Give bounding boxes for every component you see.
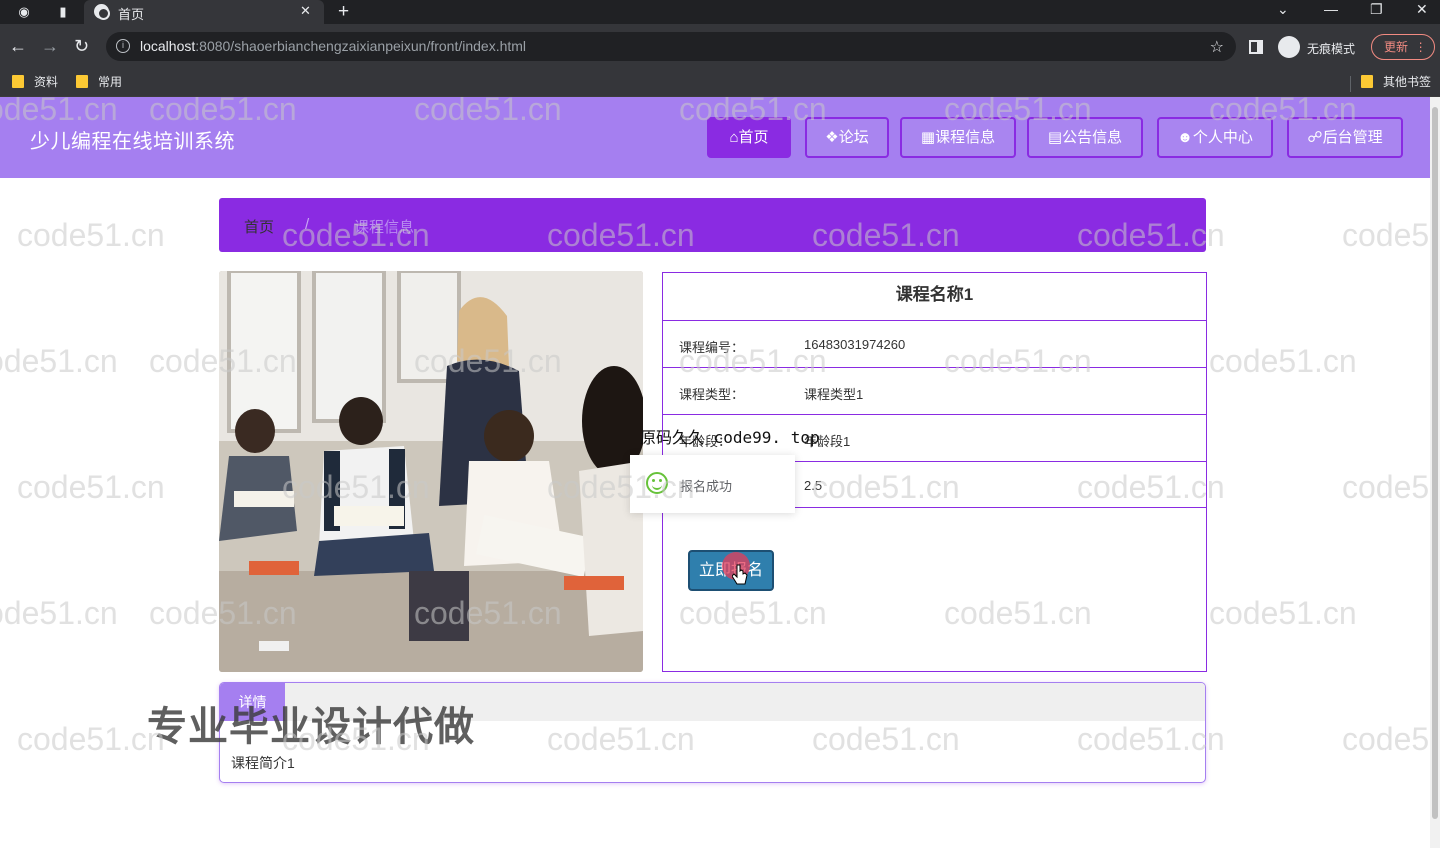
watermark: code51.cn <box>17 217 165 253</box>
breadcrumb: 首页 / 课程信息 <box>219 198 1206 252</box>
nav-forum[interactable]: ❖论坛 <box>805 117 889 158</box>
bookmarks-bar: 资料 常用 其他书签 <box>0 69 1440 97</box>
overlay-text: 原码久久 code99. top <box>640 428 820 447</box>
browser-tab-bar: ◉ ▮ 首页 ✕ + ⌄ — ❐ ✕ <box>0 0 1440 24</box>
reload-icon[interactable]: ↻ <box>74 36 89 56</box>
other-bookmarks[interactable]: 其他书签 <box>1361 74 1431 90</box>
browser-toolbar: ← → ↻ i localhost:8080/shaoerbianchengza… <box>0 24 1440 69</box>
minimize-icon[interactable]: — <box>1324 1 1338 17</box>
success-toast: 报名成功 <box>630 455 795 513</box>
breadcrumb-current: 课程信息 <box>354 219 415 236</box>
bookmark-folder-1[interactable]: 资料 <box>12 74 58 90</box>
breadcrumb-home[interactable]: 首页 <box>244 216 274 237</box>
watermark: code51.cn <box>1342 217 1430 253</box>
watermark: code51.cn <box>0 595 118 631</box>
bookmark-divider <box>1350 76 1351 92</box>
nav-courses[interactable]: ▦课程信息 <box>900 117 1016 158</box>
side-panel-icon[interactable] <box>1249 40 1263 54</box>
restore-icon[interactable]: ❐ <box>1370 1 1383 18</box>
field-label: 课程类型： <box>679 387 745 402</box>
close-tab-icon[interactable]: ✕ <box>300 3 311 19</box>
page-scrollbar[interactable] <box>1430 97 1440 848</box>
page-content: 少儿编程在线培训系统 ⌂首页 ❖论坛 ▦课程信息 ▤公告信息 ☻个人中心 ☍后台… <box>0 97 1430 848</box>
course-field-row: 课程类型： 课程类型1 <box>663 367 1206 414</box>
toast-message: 报名成功 <box>680 479 733 494</box>
browser-app-icon[interactable]: ◉ <box>16 4 32 20</box>
watermark: code51.cn <box>1342 469 1430 505</box>
field-value: 课程类型1 <box>804 387 864 402</box>
address-bar[interactable]: i localhost:8080/shaoerbianchengzaixianp… <box>106 32 1236 61</box>
globe-icon <box>94 4 110 20</box>
tab-search-icon[interactable]: ▮ <box>55 4 71 20</box>
forward-icon[interactable]: → <box>41 36 59 56</box>
field-value: 16483031974260 <box>804 337 906 352</box>
site-header: 少儿编程在线培训系统 ⌂首页 ❖论坛 ▦课程信息 ▤公告信息 ☻个人中心 ☍后台… <box>0 97 1430 178</box>
close-window-icon[interactable]: ✕ <box>1416 1 1428 18</box>
watermark: code51.cn <box>1209 595 1357 631</box>
course-field-row: 课程编号： 16483031974260 <box>663 320 1206 367</box>
nav-admin[interactable]: ☍后台管理 <box>1287 117 1403 158</box>
info-icon[interactable]: i <box>116 39 130 53</box>
back-icon[interactable]: ← <box>9 36 27 56</box>
nav-notices[interactable]: ▤公告信息 <box>1027 117 1143 158</box>
watermark: code51.cn <box>1342 721 1430 757</box>
incognito-label: 无痕模式 <box>1307 42 1356 56</box>
success-icon <box>646 472 668 494</box>
tab-title: 首页 <box>118 7 145 22</box>
tab-list-icon[interactable]: ⌄ <box>1277 1 1289 18</box>
scrollbar-thumb[interactable] <box>1432 107 1438 819</box>
nav-home[interactable]: ⌂首页 <box>707 117 791 158</box>
url-text[interactable]: localhost:8080/shaoerbianchengzaixianpei… <box>140 38 526 54</box>
promo-watermark: 专业毕业设计代做 <box>147 705 475 749</box>
intro-text: 课程简介1 <box>231 755 295 771</box>
watermark: code51.cn <box>17 721 165 757</box>
course-image <box>219 271 643 672</box>
watermark: code51.cn <box>17 469 165 505</box>
course-name: 课程名称1 <box>895 285 974 304</box>
site-title: 少儿编程在线培训系统 <box>30 131 235 153</box>
watermark: code51.cn <box>1209 343 1357 379</box>
field-label: 课程编号： <box>679 340 745 355</box>
update-button[interactable]: 更新 ⋮ <box>1371 34 1435 60</box>
bookmark-star-icon[interactable]: ☆ <box>1210 37 1224 57</box>
watermark: code51.cn <box>0 343 118 379</box>
new-tab-icon[interactable]: + <box>338 1 349 23</box>
bookmark-folder-2[interactable]: 常用 <box>76 74 122 90</box>
incognito-icon[interactable] <box>1278 36 1300 58</box>
browser-tab[interactable]: 首页 ✕ <box>84 0 324 24</box>
nav-profile[interactable]: ☻个人中心 <box>1157 117 1273 158</box>
field-value: 2.5 <box>804 478 823 493</box>
mouse-cursor-icon <box>732 564 748 585</box>
breadcrumb-separator: / <box>305 216 310 233</box>
